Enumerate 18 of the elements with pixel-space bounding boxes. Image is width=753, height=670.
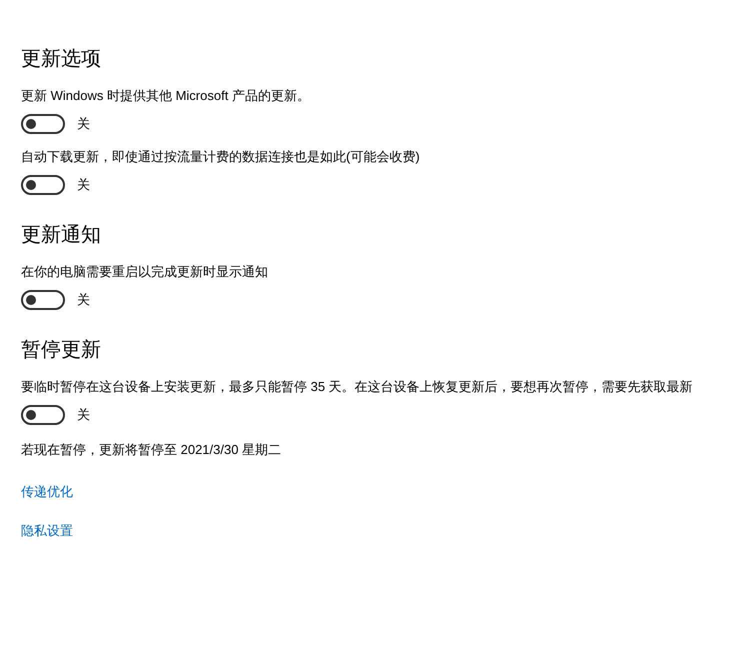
toggle-switch[interactable] xyxy=(21,405,65,425)
toggle-state-label: 关 xyxy=(77,115,90,134)
section-heading: 更新通知 xyxy=(21,223,102,248)
toggle-state-label: 关 xyxy=(77,176,90,194)
toggle-switch[interactable] xyxy=(21,114,65,134)
settings-link[interactable]: 传递优化 xyxy=(21,483,73,501)
setting-description: 更新 Windows 时提供其他 Microsoft 产品的更新。 xyxy=(21,87,311,105)
setting-description: 自动下载更新，即使通过按流量计费的数据连接也是如此(可能会收费) xyxy=(21,148,421,166)
section-heading: 暂停更新 xyxy=(21,338,102,363)
section-heading: 更新选项 xyxy=(21,47,102,72)
settings-link[interactable]: 隐私设置 xyxy=(21,522,73,540)
toggle-switch[interactable] xyxy=(21,290,65,310)
setting-description: 要临时暂停在这台设备上安装更新，最多只能暂停 35 天。在这台设备上恢复更新后，要想再次暂停，需要先获取最新 xyxy=(21,378,694,396)
setting-description: 在你的电脑需要重启以完成更新时显示通知 xyxy=(21,263,269,281)
toggle-switch[interactable] xyxy=(21,175,65,195)
toggle-state-label: 关 xyxy=(77,406,90,424)
toggle-state-label: 关 xyxy=(77,291,90,310)
pause-until-text: 若现在暂停，更新将暂停至 2021/3/30 星期二 xyxy=(21,441,282,459)
